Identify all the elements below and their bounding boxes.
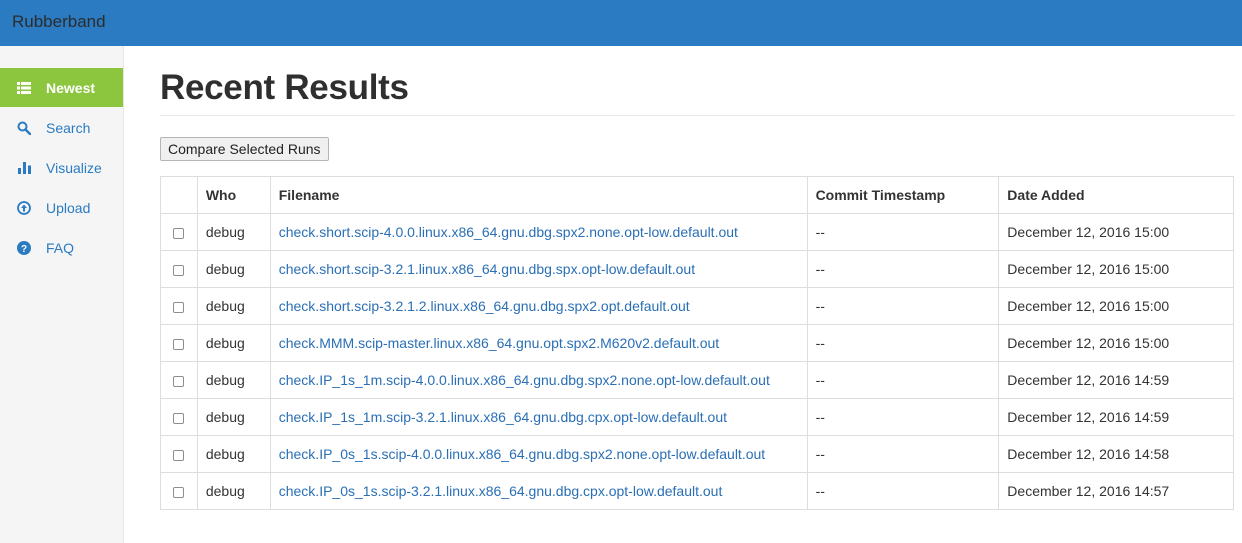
row-checkbox[interactable] [173,338,185,350]
row-select-cell [160,361,198,399]
table-row: debug check.IP_1s_1m.scip-3.2.1.linux.x8… [160,398,1234,436]
row-checkbox[interactable] [173,486,185,498]
sidebar-item-newest[interactable]: Newest [0,68,123,107]
filename-cell: check.IP_0s_1s.scip-3.2.1.linux.x86_64.g… [269,472,808,510]
table-row: debug check.IP_0s_1s.scip-3.2.1.linux.x8… [160,472,1234,510]
who-cell: debug [196,250,271,288]
app-brand[interactable]: Rubberband [12,12,106,32]
row-select-cell [160,287,198,325]
row-select-cell [160,435,198,473]
filename-cell: check.IP_1s_1m.scip-3.2.1.linux.x86_64.g… [269,398,808,436]
who-cell: debug [196,324,271,362]
upload-icon [16,200,32,216]
table-body: debug check.short.scip-4.0.0.linux.x86_6… [160,213,1234,510]
filename-link[interactable]: check.MMM.scip-master.linux.x86_64.gnu.o… [279,335,719,351]
who-cell: debug [196,213,271,251]
who-cell: debug [196,398,271,436]
date-added-cell: December 12, 2016 14:58 [998,435,1234,473]
filename-link[interactable]: check.IP_0s_1s.scip-4.0.0.linux.x86_64.g… [279,446,765,462]
table-row: debug check.IP_1s_1m.scip-4.0.0.linux.x8… [160,361,1234,399]
date-added-cell: December 12, 2016 14:57 [998,472,1234,510]
commit-timestamp-cell: -- [806,472,1000,510]
filename-link[interactable]: check.IP_0s_1s.scip-3.2.1.linux.x86_64.g… [279,483,723,499]
who-cell: debug [196,287,271,325]
sidebar-item-label: Upload [46,199,91,216]
who-cell: debug [196,472,271,510]
svg-text:?: ? [21,244,27,255]
filename-cell: check.IP_0s_1s.scip-4.0.0.linux.x86_64.g… [269,435,808,473]
row-select-cell [160,250,198,288]
commit-timestamp-cell: -- [806,213,1000,251]
who-cell: debug [196,435,271,473]
sidebar-item-search[interactable]: Search [0,108,123,147]
date-added-cell: December 12, 2016 15:00 [998,250,1234,288]
filename-cell: check.MMM.scip-master.linux.x86_64.gnu.o… [269,324,808,362]
list-icon [16,80,32,96]
date-added-cell: December 12, 2016 14:59 [998,361,1234,399]
results-table: Who Filename Commit Timestamp Date Added… [160,176,1234,510]
title-divider [160,115,1235,116]
table-row: debug check.short.scip-4.0.0.linux.x86_6… [160,213,1234,251]
column-header-commit-timestamp: Commit Timestamp [806,176,1000,214]
filename-link[interactable]: check.short.scip-3.2.1.linux.x86_64.gnu.… [279,261,695,277]
sidebar-item-upload[interactable]: Upload [0,188,123,227]
column-header-who: Who [196,176,271,214]
sidebar-item-visualize[interactable]: Visualize [0,148,123,187]
commit-timestamp-cell: -- [806,324,1000,362]
row-checkbox[interactable] [173,301,185,313]
top-navbar: Rubberband [0,0,1242,46]
compare-selected-runs-button[interactable]: Compare Selected Runs [160,137,329,161]
bar-chart-icon [16,160,32,176]
row-checkbox[interactable] [173,412,185,424]
sidebar-item-label: Visualize [46,159,102,176]
row-checkbox[interactable] [173,227,185,239]
table-row: debug check.IP_0s_1s.scip-4.0.0.linux.x8… [160,435,1234,473]
date-added-cell: December 12, 2016 15:00 [998,287,1234,325]
filename-link[interactable]: check.IP_1s_1m.scip-4.0.0.linux.x86_64.g… [279,372,770,388]
row-checkbox[interactable] [173,264,185,276]
commit-timestamp-cell: -- [806,250,1000,288]
page-title: Recent Results [160,68,409,107]
row-select-cell [160,398,198,436]
column-header-filename: Filename [269,176,808,214]
sidebar-item-faq[interactable]: ? FAQ [0,228,123,267]
column-header-date-added: Date Added [998,176,1234,214]
filename-link[interactable]: check.IP_1s_1m.scip-3.2.1.linux.x86_64.g… [279,409,727,425]
filename-link[interactable]: check.short.scip-3.2.1.2.linux.x86_64.gn… [279,298,690,314]
question-icon: ? [16,240,32,256]
table-header-row: Who Filename Commit Timestamp Date Added [160,176,1234,214]
date-added-cell: December 12, 2016 15:00 [998,324,1234,362]
sidebar-item-label: Newest [46,79,96,96]
row-select-cell [160,324,198,362]
row-checkbox[interactable] [173,375,185,387]
table-row: debug check.MMM.scip-master.linux.x86_64… [160,324,1234,362]
filename-cell: check.short.scip-3.2.1.linux.x86_64.gnu.… [269,250,808,288]
table-row: debug check.short.scip-3.2.1.2.linux.x86… [160,287,1234,325]
filename-cell: check.short.scip-4.0.0.linux.x86_64.gnu.… [269,213,808,251]
commit-timestamp-cell: -- [806,287,1000,325]
sidebar-item-label: Search [46,119,91,136]
date-added-cell: December 12, 2016 14:59 [998,398,1234,436]
table-row: debug check.short.scip-3.2.1.linux.x86_6… [160,250,1234,288]
row-select-cell [160,213,198,251]
column-header-select [160,176,198,214]
row-select-cell [160,472,198,510]
filename-cell: check.short.scip-3.2.1.2.linux.x86_64.gn… [269,287,808,325]
sidebar: Newest Search Visualize Upload ? FAQ [0,46,124,543]
date-added-cell: December 12, 2016 15:00 [998,213,1234,251]
commit-timestamp-cell: -- [806,361,1000,399]
commit-timestamp-cell: -- [806,398,1000,436]
row-checkbox[interactable] [173,449,185,461]
filename-cell: check.IP_1s_1m.scip-4.0.0.linux.x86_64.g… [269,361,808,399]
who-cell: debug [196,361,271,399]
sidebar-item-label: FAQ [46,239,75,256]
search-icon [16,120,32,136]
filename-link[interactable]: check.short.scip-4.0.0.linux.x86_64.gnu.… [279,224,738,240]
commit-timestamp-cell: -- [806,435,1000,473]
